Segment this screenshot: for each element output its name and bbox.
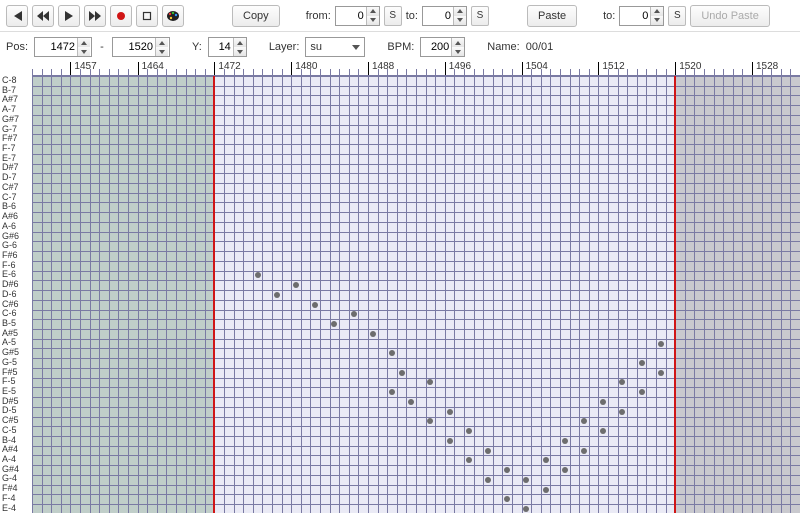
note-dot[interactable] — [543, 457, 549, 463]
y-input[interactable] — [209, 38, 233, 56]
palette-button[interactable] — [162, 5, 184, 27]
from-label: from: — [306, 10, 331, 22]
paste-to-up[interactable] — [651, 7, 663, 16]
piano-roll[interactable]: 1457 1464 1472 1480 1488 1496 1504 1512 1520 1528… — [0, 62, 800, 513]
paste-to-spinner[interactable] — [619, 6, 664, 26]
to-s-button[interactable]: S — [471, 6, 489, 26]
bpm-spinner[interactable] — [420, 37, 465, 57]
note-dot[interactable] — [581, 448, 587, 454]
note-dot[interactable] — [447, 409, 453, 415]
ruler-label: 1464 — [138, 62, 164, 75]
ruler-label: 1496 — [445, 62, 471, 75]
pos-start-spinner[interactable] — [34, 37, 92, 57]
pos-start-up[interactable] — [78, 38, 90, 47]
from-up[interactable] — [367, 7, 379, 16]
selection-start-marker[interactable] — [213, 76, 215, 513]
play-button[interactable] — [58, 5, 80, 27]
pos-end-spinner[interactable] — [112, 37, 170, 57]
from-s-button[interactable]: S — [384, 6, 402, 26]
to-down[interactable] — [454, 16, 466, 25]
paste-to-input[interactable] — [620, 7, 650, 25]
ruler-label: 1472 — [214, 62, 240, 75]
pos-start-input[interactable] — [35, 38, 77, 56]
name-value: 00/01 — [526, 41, 554, 53]
note-dot[interactable] — [485, 477, 491, 483]
note-dot[interactable] — [543, 487, 549, 493]
note-dot[interactable] — [399, 370, 405, 376]
pos-end-down[interactable] — [156, 47, 168, 56]
pos-dash: - — [98, 41, 106, 53]
pos-end-up[interactable] — [156, 38, 168, 47]
note-dot[interactable] — [639, 389, 645, 395]
bpm-down[interactable] — [452, 47, 464, 56]
layer-label: Layer: — [269, 41, 300, 53]
note-dot[interactable] — [639, 360, 645, 366]
note-dot[interactable] — [447, 438, 453, 444]
y-up[interactable] — [234, 38, 246, 47]
paste-to-label: to: — [603, 10, 615, 22]
chevron-down-icon — [352, 45, 360, 50]
rewind-button[interactable] — [32, 5, 54, 27]
ruler-label: 1480 — [291, 62, 317, 75]
note-dot[interactable] — [312, 302, 318, 308]
pitch-labels: C-8B-7A#7A-7G#7G-7F#7F-7E-7D#7D-7C#7C-7B… — [0, 76, 32, 513]
ruler-label: 1504 — [522, 62, 548, 75]
time-ruler[interactable]: 1457 1464 1472 1480 1488 1496 1504 1512 1520 1528 — [32, 62, 800, 76]
ruler-label: 1457 — [70, 62, 96, 75]
note-dot[interactable] — [485, 448, 491, 454]
ruler-label: 1488 — [368, 62, 394, 75]
y-down[interactable] — [234, 47, 246, 56]
note-dot[interactable] — [562, 438, 568, 444]
pitch-label: E-4 — [0, 504, 32, 513]
pos-end-input[interactable] — [113, 38, 155, 56]
y-spinner[interactable] — [208, 37, 247, 57]
from-input[interactable] — [336, 7, 366, 25]
note-dot[interactable] — [466, 428, 472, 434]
to-spinner[interactable] — [422, 6, 467, 26]
pos-label: Pos: — [6, 41, 28, 53]
ruler-label: 1520 — [675, 62, 701, 75]
paste-to-down[interactable] — [651, 16, 663, 25]
record-button[interactable] — [110, 5, 132, 27]
note-dot[interactable] — [351, 311, 357, 317]
pos-start-down[interactable] — [78, 47, 90, 56]
note-dot[interactable] — [370, 331, 376, 337]
ruler-label: 1528 — [752, 62, 778, 75]
piano-grid[interactable] — [32, 76, 800, 513]
paste-button[interactable]: Paste — [527, 5, 577, 27]
paste-to-s-button[interactable]: S — [668, 6, 686, 26]
copy-button[interactable]: Copy — [232, 5, 280, 27]
rewind-start-button[interactable] — [6, 5, 28, 27]
bpm-up[interactable] — [452, 38, 464, 47]
ruler-label: 1512 — [598, 62, 624, 75]
note-dot[interactable] — [658, 341, 664, 347]
y-label: Y: — [192, 41, 202, 53]
undo-paste-button[interactable]: Undo Paste — [690, 5, 769, 27]
from-spinner[interactable] — [335, 6, 380, 26]
from-down[interactable] — [367, 16, 379, 25]
bpm-input[interactable] — [421, 38, 451, 56]
note-dot[interactable] — [562, 467, 568, 473]
to-label: to: — [406, 10, 418, 22]
note-dot[interactable] — [658, 370, 664, 376]
name-label: Name: — [487, 41, 519, 53]
to-input[interactable] — [423, 7, 453, 25]
selection-end-marker[interactable] — [674, 76, 676, 513]
transport-toolbar: Copy from: S to: S Paste to: S Undo Past… — [0, 0, 800, 32]
note-dot[interactable] — [274, 292, 280, 298]
layer-value: su — [310, 41, 322, 53]
position-toolbar: Pos: - Y: Layer: su BPM: Name: 00/01 — [0, 32, 800, 62]
to-up[interactable] — [454, 7, 466, 16]
bpm-label: BPM: — [387, 41, 414, 53]
layer-select[interactable]: su — [305, 37, 365, 57]
stop-button[interactable] — [136, 5, 158, 27]
fast-forward-button[interactable] — [84, 5, 106, 27]
